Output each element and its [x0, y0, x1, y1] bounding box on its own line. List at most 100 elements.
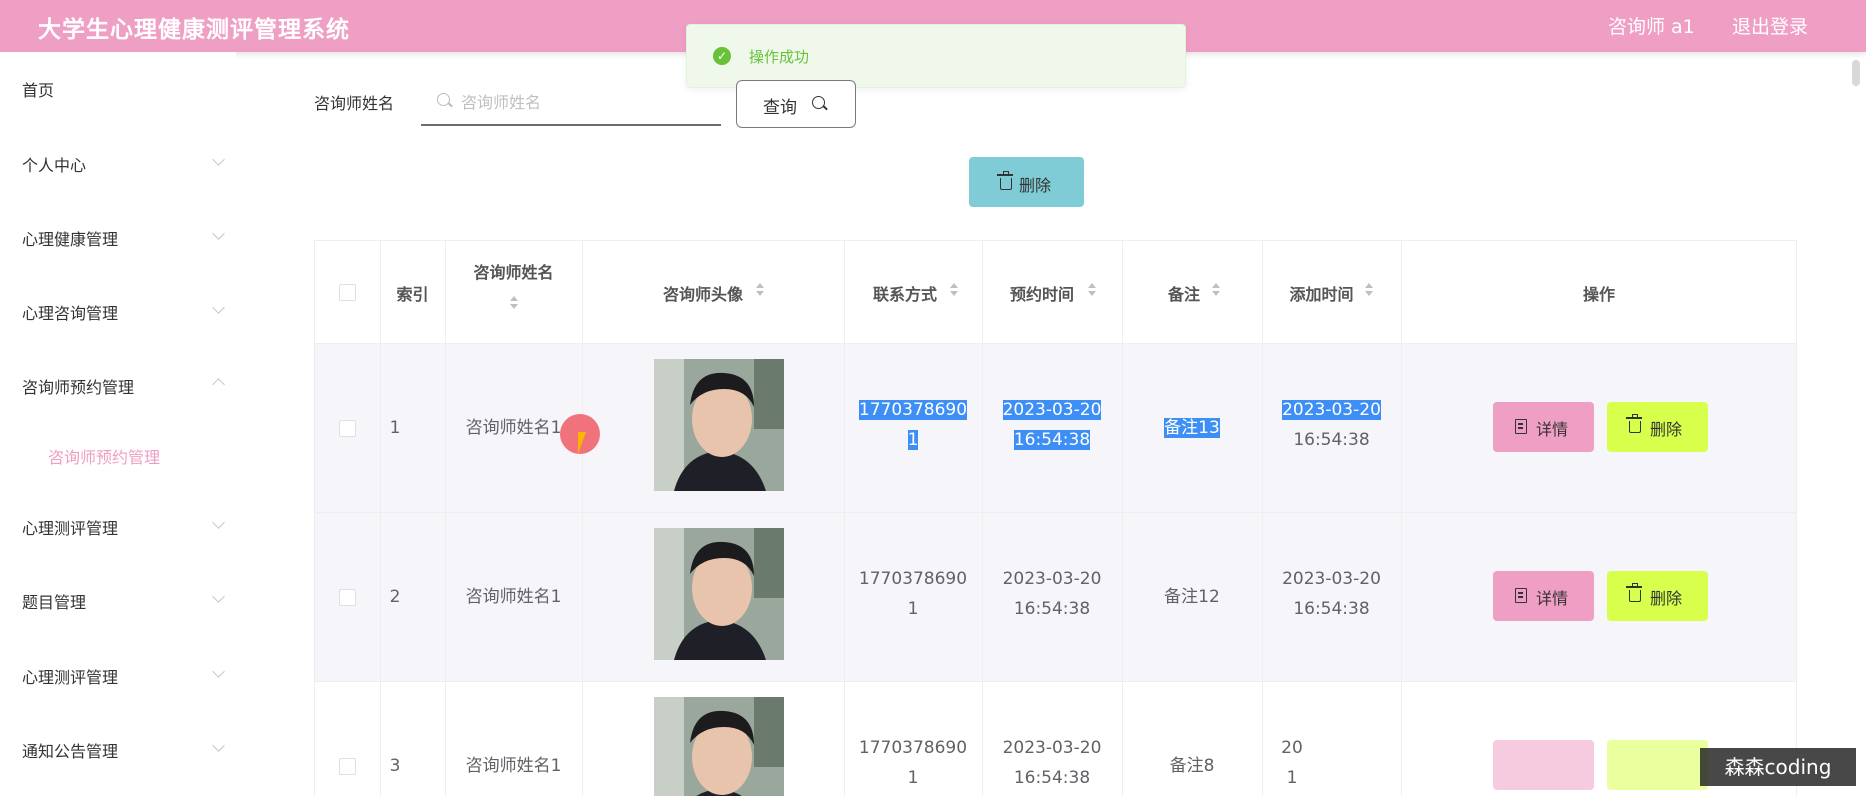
sort-icon[interactable] — [1087, 282, 1097, 298]
trash-icon — [1626, 414, 1642, 433]
column-divider — [582, 241, 583, 796]
batch-delete-button[interactable]: 删除 — [969, 157, 1084, 207]
detail-button[interactable]: 详情 — [1493, 571, 1594, 621]
row-index: 2 — [389, 587, 401, 607]
sort-icon[interactable] — [509, 295, 519, 311]
detail-button[interactable]: 详情 — [1493, 402, 1594, 452]
logout-link[interactable]: 退出登录 — [1732, 12, 1808, 39]
sidebar-item-notices[interactable]: 通知公告管理 — [22, 738, 118, 762]
current-user-label[interactable]: 咨询师 a1 — [1608, 12, 1695, 39]
row-index: 3 — [389, 756, 401, 776]
sidebar-item-assessment[interactable]: 心理测评管理 — [22, 515, 118, 539]
query-button-label: 查询 — [763, 98, 797, 118]
sidebar-item-questions[interactable]: 题目管理 — [22, 589, 86, 613]
toast-message: 操作成功 — [749, 48, 810, 66]
header-actions: 操作 — [1401, 241, 1797, 343]
sidebar: 首页 个人中心 心理健康管理 心理咨询管理 咨询师预约管理 咨询师预约管理 心理… — [0, 52, 236, 795]
trash-icon — [1626, 583, 1642, 602]
sidebar-subitem-counselor-appointment[interactable]: 咨询师预约管理 — [48, 444, 160, 468]
sidebar-item-counselor-appointment[interactable]: 咨询师预约管理 — [22, 374, 134, 398]
sort-icon[interactable] — [755, 282, 765, 298]
chevron-down-icon — [212, 227, 225, 240]
row-added-clock: 1 — [1286, 768, 1298, 788]
document-icon — [1515, 588, 1527, 603]
table-row[interactable]: 1 咨询师姓名1 1770378690 1 2023-03-20 16:54:3… — [315, 344, 1797, 513]
header-remark[interactable]: 备注 — [1122, 241, 1262, 343]
chevron-down-icon — [212, 153, 225, 166]
detail-button-label: 详情 — [1536, 420, 1569, 439]
column-divider — [1401, 241, 1402, 796]
row-contact: 1770378690 1 — [844, 395, 982, 455]
sidebar-item-assessment-2[interactable]: 心理测评管理 — [22, 664, 118, 688]
watermark: 森森coding — [1700, 748, 1856, 786]
row-appointment-clock: 16:54:38 — [1013, 430, 1091, 450]
sort-icon[interactable] — [1211, 282, 1221, 298]
sidebar-item-mental-health[interactable]: 心理健康管理 — [22, 226, 118, 250]
row-checkbox[interactable] — [339, 589, 356, 606]
row-checkbox[interactable] — [339, 420, 356, 437]
row-appointment-clock: 16:54:38 — [1013, 599, 1091, 619]
delete-button[interactable] — [1607, 740, 1708, 790]
row-contact-line2: 1 — [907, 430, 919, 450]
header-index[interactable]: 索引 — [380, 241, 445, 343]
header-contact[interactable]: 联系方式 — [844, 241, 982, 343]
header-index-label: 索引 — [396, 285, 429, 304]
row-appointment-time: 2023-03-20 16:54:38 — [982, 733, 1122, 793]
select-all-checkbox[interactable] — [339, 284, 356, 301]
row-remark: 备注8 — [1169, 756, 1215, 776]
header-actions-label: 操作 — [1582, 285, 1615, 304]
chevron-down-icon — [212, 516, 225, 529]
search-input[interactable] — [459, 88, 713, 116]
query-button[interactable]: 查询 — [736, 80, 856, 128]
row-added-date: 20 — [1281, 738, 1303, 758]
sidebar-item-counseling[interactable]: 心理咨询管理 — [22, 300, 118, 324]
header-avatar-label: 咨询师头像 — [662, 285, 743, 304]
row-contact-line2: 1 — [907, 768, 919, 788]
sidebar-item-personal-center[interactable]: 个人中心 — [22, 152, 86, 176]
search-field[interactable] — [421, 80, 721, 126]
column-divider — [1796, 241, 1797, 796]
search-icon — [812, 96, 825, 109]
delete-button[interactable]: 删除 — [1607, 402, 1708, 452]
header-avatar[interactable]: 咨询师头像 — [582, 241, 844, 343]
header-added-time[interactable]: 添加时间 — [1262, 241, 1401, 343]
row-contact-line2: 1 — [907, 599, 919, 619]
table-row[interactable]: 3 咨询师姓名1 1770378690 1 2023-03-20 16:54:3… — [315, 682, 1797, 796]
row-added-date: 2023-03-20 — [1282, 400, 1381, 420]
detail-button[interactable] — [1493, 740, 1594, 790]
row-name: 咨询师姓名1 — [465, 756, 562, 776]
delete-button-label: 删除 — [1650, 589, 1683, 608]
sort-icon[interactable] — [949, 282, 959, 298]
delete-button[interactable]: 删除 — [1607, 571, 1708, 621]
row-added-time: 2023-03-20 16:54:38 — [1262, 395, 1401, 455]
sort-icon[interactable] — [1364, 282, 1374, 298]
scrollbar[interactable] — [1852, 60, 1860, 86]
row-name: 咨询师姓名1 — [465, 587, 562, 607]
table-row[interactable]: 2 咨询师姓名1 1770378690 1 2023-03-20 16:54:3… — [315, 513, 1797, 682]
header-name[interactable]: 咨询师姓名 — [445, 241, 582, 343]
row-appointment-time: 2023-03-20 16:54:38 — [982, 564, 1122, 624]
document-icon — [1515, 419, 1527, 434]
header-appointment-time[interactable]: 预约时间 — [982, 241, 1122, 343]
row-contact: 1770378690 1 — [844, 564, 982, 624]
row-index: 1 — [389, 418, 401, 438]
column-divider — [982, 241, 983, 796]
detail-button-label: 详情 — [1536, 589, 1569, 608]
search-label: 咨询师姓名 — [314, 94, 395, 113]
row-appointment-date: 2023-03-20 — [1002, 738, 1102, 758]
column-divider — [1122, 241, 1123, 796]
row-remark: 备注12 — [1164, 587, 1220, 607]
chevron-down-icon — [212, 301, 225, 314]
header-select-all-cell — [315, 241, 380, 343]
counselor-avatar — [654, 528, 784, 660]
chevron-down-icon — [212, 665, 225, 678]
row-added-clock: 16:54:38 — [1293, 599, 1370, 619]
row-remark: 备注13 — [1122, 413, 1262, 443]
row-added-clock: 16:54:38 — [1293, 430, 1370, 450]
column-divider — [445, 241, 446, 796]
sidebar-item-home[interactable]: 首页 — [22, 77, 54, 101]
row-checkbox[interactable] — [339, 758, 356, 775]
batch-delete-label: 删除 — [1019, 176, 1052, 195]
row-appointment-time: 2023-03-20 16:54:38 — [982, 395, 1122, 455]
header-name-label: 咨询师姓名 — [473, 263, 554, 282]
